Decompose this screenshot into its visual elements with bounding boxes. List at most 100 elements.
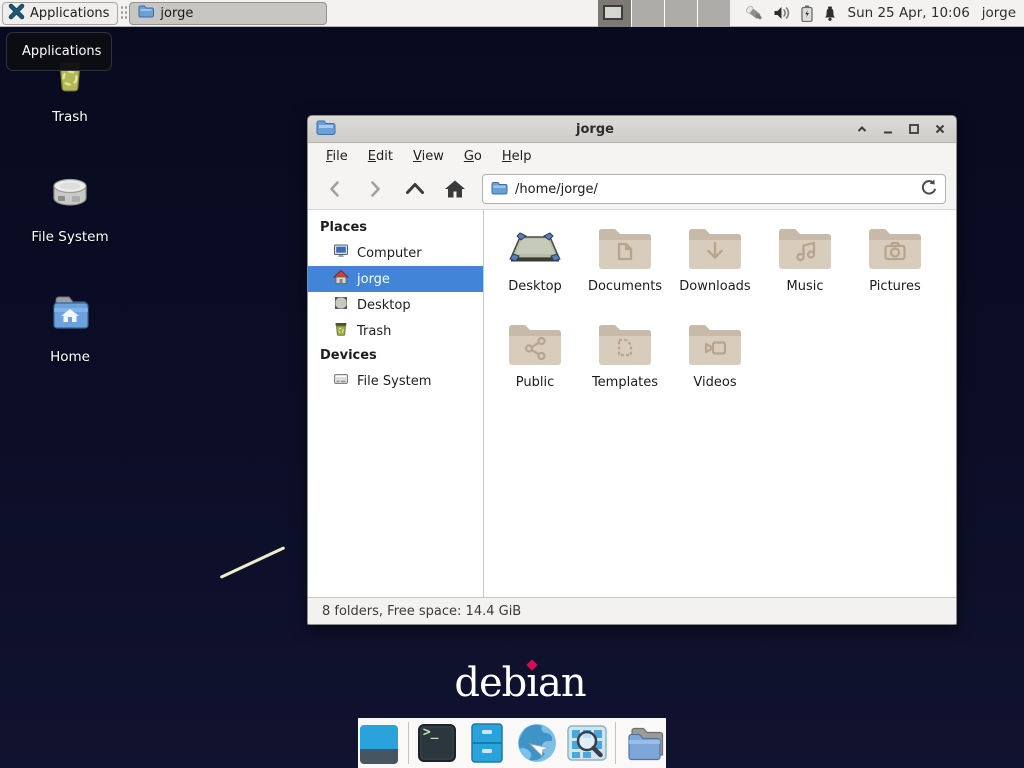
drive-icon [46, 170, 94, 222]
up-button[interactable] [402, 176, 428, 202]
home-button[interactable] [442, 176, 468, 202]
desktop-icon [333, 295, 349, 315]
folder-item-templates[interactable]: Templates [580, 320, 670, 416]
desktop-icon-label: Home [50, 349, 90, 365]
notifications-tray-icon[interactable] [822, 5, 838, 22]
system-tray [744, 4, 838, 22]
applications-menu-button[interactable]: Applications [2, 2, 118, 25]
folder-item-documents[interactable]: Documents [580, 224, 670, 320]
folder-label: Downloads [679, 279, 750, 294]
battery-tray-icon[interactable] [801, 5, 813, 22]
debian-logo: debıan [430, 660, 610, 706]
desktop-special-icon [506, 224, 564, 276]
taskbar-window-button[interactable]: jorge [129, 2, 327, 25]
shade-button[interactable] [854, 121, 870, 137]
window-titlebar[interactable]: jorge [308, 116, 956, 143]
applications-icon [8, 3, 25, 24]
documents-folder-icon [596, 224, 654, 276]
workspace-switcher[interactable] [598, 0, 730, 27]
folder-item-public[interactable]: Public [490, 320, 580, 416]
file-cabinet-button[interactable] [466, 721, 509, 765]
workspace-1[interactable] [598, 0, 631, 27]
folder-item-downloads[interactable]: Downloads [670, 224, 760, 320]
places-header: Places [308, 216, 483, 240]
bottom-dock: >_ [358, 718, 666, 768]
folder-label: Desktop [508, 279, 562, 294]
sidebar-item-label: Computer [357, 246, 422, 261]
menu-view[interactable]: View [403, 146, 454, 167]
taskbar-window-label: jorge [160, 6, 193, 21]
sidebar-item-desktop[interactable]: Desktop [308, 292, 483, 318]
volume-tray-icon[interactable] [773, 5, 792, 21]
workspace-2[interactable] [631, 0, 664, 27]
location-bar[interactable]: /home/jorge/ [482, 174, 946, 204]
file-manager-button[interactable] [623, 721, 666, 765]
stylus-tray-icon[interactable] [744, 4, 764, 22]
web-browser-button[interactable] [516, 721, 559, 765]
folder-view[interactable]: Desktop Documents [484, 210, 956, 597]
path-input[interactable]: /home/jorge/ [515, 182, 912, 197]
maximize-button[interactable] [906, 121, 922, 137]
terminal-prompt-glyph: >_ [423, 725, 439, 740]
folder-item-videos[interactable]: Videos [670, 320, 760, 416]
show-desktop-button[interactable] [358, 721, 401, 765]
folder-label: Music [787, 279, 824, 294]
workspace-3[interactable] [664, 0, 697, 27]
menu-file[interactable]: File [316, 146, 358, 167]
downloads-folder-icon [686, 224, 744, 276]
file-manager-window: jorge File Edit View Go Help /home/jorge… [307, 115, 957, 625]
forward-button[interactable] [362, 176, 388, 202]
home-folder-icon [46, 290, 94, 342]
folder-label: Pictures [869, 279, 920, 294]
dock-separator [408, 722, 409, 764]
menu-help[interactable]: Help [492, 146, 542, 167]
trash-icon [333, 321, 349, 341]
window-content: Places Computer jorge Desktop [308, 210, 956, 597]
public-folder-icon [506, 320, 564, 372]
panel-handle[interactable] [120, 5, 127, 21]
applications-label: Applications [30, 6, 109, 21]
sidebar-item-label: Desktop [357, 298, 411, 313]
window-icon [316, 119, 336, 140]
folder-item-pictures[interactable]: Pictures [850, 224, 940, 320]
tooltip-text: Applications [22, 44, 101, 59]
applications-tooltip: Applications [6, 32, 112, 71]
window-title: jorge [336, 122, 854, 137]
folder-item-music[interactable]: Music [760, 224, 850, 320]
computer-icon [333, 243, 349, 263]
sidebar-item-trash[interactable]: Trash [308, 318, 483, 344]
sidebar-item-computer[interactable]: Computer [308, 240, 483, 266]
folder-icon [491, 180, 508, 199]
debian-logo-i: ı [526, 660, 538, 706]
app-finder-button[interactable] [565, 721, 608, 765]
menu-edit[interactable]: Edit [358, 146, 403, 167]
sidebar-item-label: jorge [357, 272, 390, 287]
close-button[interactable] [932, 121, 948, 137]
minimize-button[interactable] [880, 121, 896, 137]
music-folder-icon [776, 224, 834, 276]
dock-separator [615, 722, 616, 764]
menu-bar: File Edit View Go Help [308, 143, 956, 169]
menu-go[interactable]: Go [454, 146, 492, 167]
devices-header: Devices [308, 344, 483, 368]
debian-logo-text: an [538, 660, 586, 706]
desktop-icon-home[interactable]: Home [22, 290, 118, 365]
toolbar: /home/jorge/ [308, 169, 956, 210]
folder-label: Documents [588, 279, 662, 294]
desktop-icon-label: File System [31, 229, 108, 245]
sidebar-item-file-system[interactable]: File System [308, 368, 483, 394]
desktop-icon-label: Trash [52, 109, 88, 125]
debian-logo-text: deb [454, 660, 526, 706]
reload-icon[interactable] [919, 178, 937, 200]
sidebar-item-jorge[interactable]: jorge [308, 266, 483, 292]
workspace-4[interactable] [697, 0, 730, 27]
status-text: 8 folders, Free space: 14.4 GiB [322, 604, 521, 619]
desktop-icon-file-system[interactable]: File System [22, 170, 118, 245]
terminal-button[interactable]: >_ [416, 721, 459, 765]
top-panel: Applications jorge Sun 25 Apr, 10:06 jor… [0, 0, 1024, 27]
folder-item-desktop[interactable]: Desktop [490, 224, 580, 320]
pictures-folder-icon [866, 224, 924, 276]
back-button[interactable] [322, 176, 348, 202]
panel-username[interactable]: jorge [982, 5, 1016, 21]
panel-clock[interactable]: Sun 25 Apr, 10:06 [848, 5, 970, 21]
